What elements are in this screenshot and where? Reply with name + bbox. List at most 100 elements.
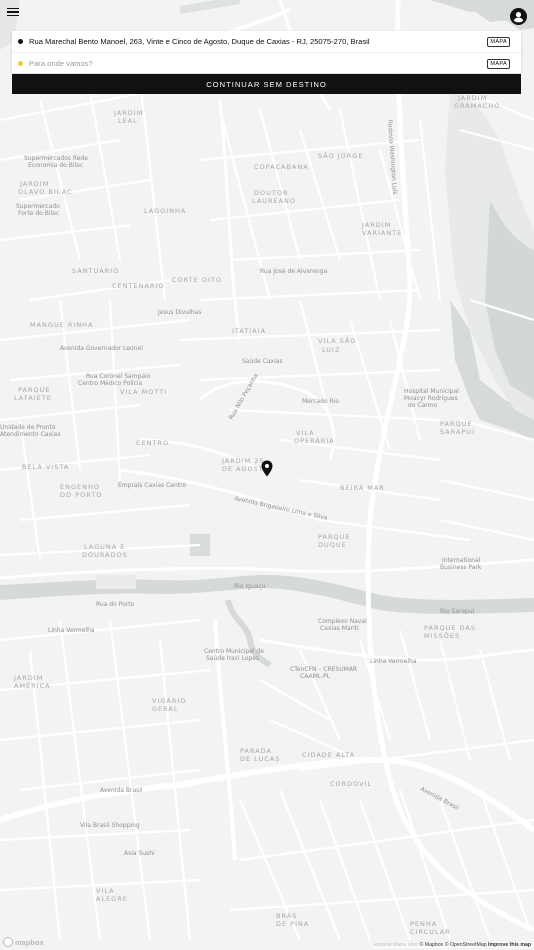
svg-text:CTenCFN – CRESUMAR: CTenCFN – CRESUMAR [290, 666, 357, 673]
mapbox-attribution-link[interactable]: © Mapbox [420, 942, 444, 948]
svg-text:PARQUE: PARQUE [318, 533, 350, 541]
route-card: Rua Marechal Bento Manoel, 263, Vinte e … [12, 31, 521, 73]
svg-text:AMÉRICA: AMÉRICA [14, 681, 51, 690]
svg-text:LAGUNA E: LAGUNA E [84, 543, 125, 551]
svg-text:GERAL: GERAL [152, 705, 178, 713]
osm-attribution-link[interactable]: © OpenStreetMap [445, 942, 487, 948]
map-attribution: Hospital Maria Vitor © Mapbox © OpenStre… [371, 942, 532, 948]
svg-text:Saúde Iraci Lopes: Saúde Iraci Lopes [206, 655, 259, 662]
mapbox-logo[interactable]: mapbox [3, 937, 44, 947]
svg-text:International: International [442, 557, 481, 564]
svg-text:CORTE OITO: CORTE OITO [172, 276, 222, 284]
svg-text:SANTUÁRIO: SANTUÁRIO [72, 266, 119, 275]
svg-text:PARADA: PARADA [240, 747, 272, 755]
svg-text:MANGUE RINHA: MANGUE RINHA [30, 321, 94, 329]
svg-text:Atendimento Caxias: Atendimento Caxias [0, 431, 60, 438]
attribution-hospital-label: Hospital Maria Vitor [372, 942, 419, 948]
svg-text:SARAPUÍ: SARAPUÍ [440, 427, 475, 436]
svg-text:CIRCULAR: CIRCULAR [410, 928, 451, 936]
svg-text:VILA MOTTI: VILA MOTTI [120, 388, 167, 396]
svg-text:Mercado Rio: Mercado Rio [302, 398, 339, 405]
svg-text:Jesus Divulhas: Jesus Divulhas [157, 309, 201, 316]
svg-text:LUIZ: LUIZ [322, 346, 340, 354]
origin-row[interactable]: Rua Marechal Bento Manoel, 263, Vinte e … [12, 31, 521, 52]
mapbox-logo-icon [3, 937, 13, 947]
svg-text:Avenida Governador Leonel: Avenida Governador Leonel [60, 345, 143, 352]
svg-text:Rua José de Alvarenga: Rua José de Alvarenga [260, 268, 327, 275]
svg-text:Linha Vermelha: Linha Vermelha [48, 627, 95, 634]
location-pin-icon [261, 460, 273, 477]
svg-text:DE PINA: DE PINA [276, 920, 309, 928]
svg-text:JARDIM: JARDIM [113, 109, 143, 117]
account-button[interactable] [510, 8, 527, 25]
svg-text:Moacyr Rodrigues: Moacyr Rodrigues [404, 395, 458, 402]
svg-text:Emprais Caxias Centro: Emprais Caxias Centro [118, 482, 186, 489]
svg-text:ALEGRE: ALEGRE [96, 895, 128, 903]
svg-text:Supermercado: Supermercado [16, 203, 60, 210]
svg-text:JARDIM: JARDIM [457, 94, 487, 102]
svg-text:BELA VISTA: BELA VISTA [22, 463, 69, 471]
continue-button-label: CONTINUAR SEM DESTINO [206, 79, 327, 89]
svg-text:BRÁS: BRÁS [276, 911, 297, 920]
svg-text:LAGOINHA: LAGOINHA [144, 207, 186, 215]
svg-text:VIGÁRIO: VIGÁRIO [152, 696, 186, 705]
origin-dot-icon [18, 39, 23, 44]
svg-text:Rio Iguaçu: Rio Iguaçu [234, 583, 266, 590]
svg-text:OPERÁRIA: OPERÁRIA [294, 436, 335, 445]
svg-text:Saúde Caxias: Saúde Caxias [242, 358, 283, 365]
svg-text:Unidade de Pronto: Unidade de Pronto [0, 424, 56, 431]
svg-text:VILA: VILA [96, 887, 115, 895]
svg-text:DO PORTO: DO PORTO [60, 491, 102, 499]
svg-text:PARQUE DAS: PARQUE DAS [424, 624, 476, 632]
svg-text:Economia do Bilac: Economia do Bilac [28, 162, 83, 169]
svg-text:BEIRA MAR: BEIRA MAR [340, 484, 385, 492]
svg-text:Business Park: Business Park [440, 564, 482, 571]
svg-text:LAUREANO: LAUREANO [252, 197, 296, 205]
svg-text:DOURADOS: DOURADOS [82, 551, 128, 559]
svg-text:JARDIM: JARDIM [19, 180, 49, 188]
svg-text:Hospital Municipal: Hospital Municipal [404, 388, 459, 395]
svg-text:Centro Municipal de: Centro Municipal de [204, 648, 264, 655]
continue-without-destination-button[interactable]: CONTINUAR SEM DESTINO [12, 74, 521, 94]
svg-text:Asia Sushi: Asia Sushi [124, 850, 155, 857]
origin-map-button[interactable]: MAPA [487, 36, 510, 47]
svg-text:MISSÕES: MISSÕES [424, 631, 460, 640]
svg-text:DUQUE: DUQUE [318, 541, 347, 549]
destination-map-button[interactable]: MAPA [487, 58, 510, 69]
svg-text:Avenida Brasil: Avenida Brasil [100, 787, 143, 794]
svg-text:VILA: VILA [296, 429, 315, 437]
account-circle-icon [513, 12, 524, 23]
location-pin[interactable] [261, 460, 273, 477]
svg-text:JARDIM: JARDIM [361, 221, 391, 229]
svg-text:DOUTOR: DOUTOR [254, 189, 288, 197]
svg-text:JARDIM 25: JARDIM 25 [221, 457, 265, 465]
svg-text:Rua do Porto: Rua do Porto [96, 601, 135, 608]
menu-button[interactable] [6, 6, 20, 17]
svg-text:VILA SÃO: VILA SÃO [318, 336, 356, 345]
svg-text:Rio Sarapuí: Rio Sarapuí [440, 608, 475, 615]
svg-text:Linha Vermelha: Linha Vermelha [370, 658, 417, 665]
svg-text:PARQUE: PARQUE [440, 420, 472, 428]
svg-text:Complexo Naval: Complexo Naval [318, 618, 367, 625]
svg-text:Caxias Mariti: Caxias Mariti [320, 625, 359, 632]
svg-text:CAAML-PL: CAAML-PL [300, 673, 331, 680]
svg-text:LAFAIETE: LAFAIETE [14, 394, 52, 402]
svg-text:Rua Coronel Sampaio: Rua Coronel Sampaio [86, 373, 151, 380]
svg-text:VARIANTE: VARIANTE [362, 229, 402, 237]
destination-input[interactable] [29, 59, 488, 68]
destination-row[interactable]: MAPA [12, 52, 521, 74]
svg-text:JARDIM: JARDIM [13, 674, 43, 682]
svg-text:ENGENHO: ENGENHO [60, 483, 100, 491]
improve-map-link[interactable]: Improve this map [488, 942, 531, 948]
svg-text:PARQUE: PARQUE [18, 386, 50, 394]
svg-text:PENHA: PENHA [410, 920, 437, 928]
svg-text:do Carmo: do Carmo [408, 402, 437, 409]
svg-text:Supermercados Rede: Supermercados Rede [24, 155, 88, 162]
mapbox-logo-text: mapbox [15, 937, 44, 947]
svg-text:CORDOVIL: CORDOVIL [330, 780, 372, 788]
svg-text:SÃO JORGE: SÃO JORGE [318, 151, 363, 160]
destination-dot-icon [18, 61, 23, 66]
svg-text:DE LUCAS: DE LUCAS [240, 755, 280, 763]
svg-text:COPACABANA: COPACABANA [254, 163, 309, 171]
origin-address[interactable]: Rua Marechal Bento Manoel, 263, Vinte e … [29, 37, 487, 46]
